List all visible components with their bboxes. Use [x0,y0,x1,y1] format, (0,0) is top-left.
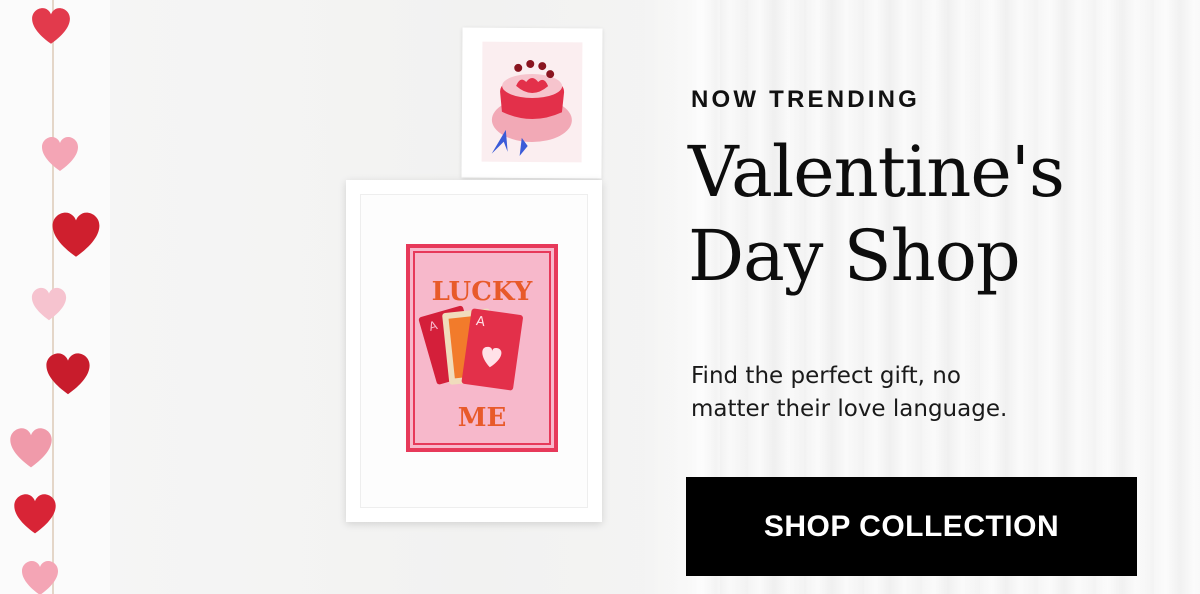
heart-icon [22,561,58,594]
heart-letter-n-icon [10,428,52,468]
heart-icon [42,137,78,171]
lucky-me-print: LUCKY A A ME [406,244,558,452]
subtext-line-2: matter their love language. [691,396,1008,422]
heart-icon [52,212,100,257]
lucky-me-illustration: LUCKY A A ME [413,251,551,445]
valentines-banner[interactable]: LUCKY A A ME NOW TRENDING Valentine's Da… [0,0,1200,594]
lucky-text: LUCKY [432,277,533,307]
subtext: Find the perfect gift, no matter their l… [691,360,1131,426]
headline-line-2: Day Shop [688,215,1021,297]
cake-illustration [491,59,572,156]
heart-icon [46,353,90,395]
headline-line-1: Valentine's [688,131,1065,213]
heart-icon [32,8,70,44]
shop-collection-button[interactable]: SHOP COLLECTION [686,477,1137,576]
cake-print [461,27,603,179]
heart-icon [31,287,67,321]
heart-garland [0,0,110,594]
eyebrow-label: NOW TRENDING [691,86,921,113]
page-title: Valentine's Day Shop [688,130,1168,298]
subtext-line-1: Find the perfect gift, no [691,363,961,389]
me-text: ME [458,403,507,433]
heart-letter-t-icon [14,494,56,534]
cake-artwork [481,41,583,163]
